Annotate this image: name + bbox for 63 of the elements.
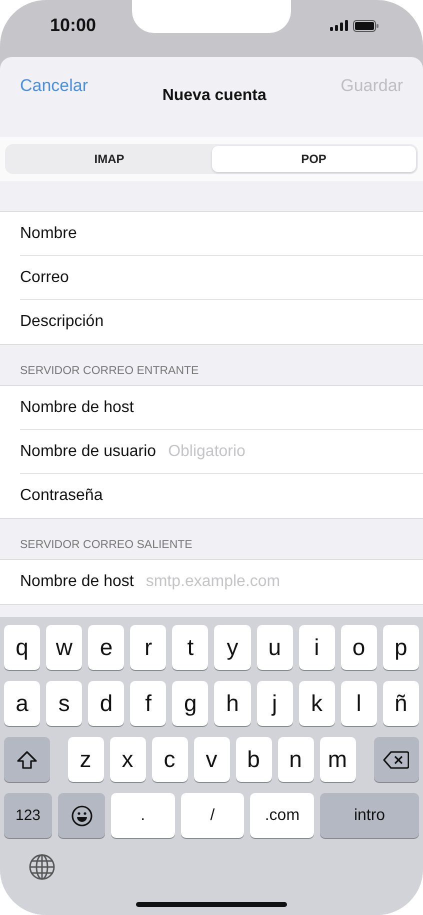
form-row[interactable]: Nombre de host: [0, 386, 423, 430]
letter-key[interactable]: l: [340, 681, 377, 726]
keyboard-key[interactable]: .com: [250, 793, 314, 838]
letter-key[interactable]: i: [298, 625, 335, 670]
field-label: Nombre de host: [20, 399, 134, 417]
status-time: 10:00: [50, 15, 96, 36]
letter-key[interactable]: m: [320, 737, 356, 782]
letter-key[interactable]: h: [214, 681, 251, 726]
protocol-tab[interactable]: POP: [212, 146, 416, 172]
emoji-icon: [70, 804, 92, 826]
field-label: Correo: [20, 269, 69, 287]
letter-key[interactable]: k: [298, 681, 335, 726]
letter-key[interactable]: s: [46, 681, 82, 726]
form-row[interactable]: Nombre de usuario Obligatorio: [0, 430, 423, 474]
input-field[interactable]: smtp.example.com: [144, 572, 423, 592]
shift-icon: [16, 750, 38, 770]
battery-icon: [353, 20, 379, 32]
field-label: Nombre de host: [20, 573, 134, 591]
letter-key[interactable]: q: [4, 625, 40, 670]
form-row[interactable]: Nombre: [0, 212, 423, 256]
input-field[interactable]: Obligatorio: [166, 442, 423, 462]
letter-key[interactable]: f: [130, 681, 166, 726]
letter-key[interactable]: ñ: [382, 681, 419, 726]
delete-icon: [383, 750, 410, 768]
letter-key[interactable]: t: [172, 625, 208, 670]
letter-key[interactable]: y: [214, 625, 251, 670]
section-header: SERVIDOR CORREO SALIENTE: [20, 539, 192, 551]
shift-key[interactable]: [4, 737, 50, 782]
signal-icon: [330, 20, 348, 31]
globe-icon[interactable]: [28, 853, 56, 881]
letter-key[interactable]: g: [172, 681, 208, 726]
letter-key[interactable]: r: [130, 625, 166, 670]
letter-key[interactable]: e: [88, 625, 124, 670]
letter-key[interactable]: p: [382, 625, 419, 670]
field-label: Nombre de usuario: [20, 443, 156, 461]
form-row[interactable]: Contraseña: [0, 474, 423, 518]
field-label: Descripción: [20, 313, 104, 331]
field-label: Contraseña: [20, 487, 103, 505]
field-label: Nombre: [20, 225, 77, 243]
screen-title: Nueva cuenta: [162, 87, 266, 105]
letter-key[interactable]: b: [236, 737, 272, 782]
letter-key[interactable]: a: [4, 681, 40, 726]
section-header: SERVIDOR CORREO ENTRANTE: [20, 365, 199, 377]
letter-key[interactable]: j: [256, 681, 293, 726]
letter-key[interactable]: o: [340, 625, 377, 670]
protocol-tab[interactable]: IMAP: [7, 146, 212, 172]
keyboard-key[interactable]: .: [111, 793, 175, 838]
letter-key[interactable]: x: [110, 737, 146, 782]
form-row[interactable]: Nombre de host smtp.example.com: [0, 560, 423, 604]
letter-key[interactable]: w: [46, 625, 82, 670]
form-row[interactable]: Correo: [0, 256, 423, 300]
letter-key[interactable]: d: [88, 681, 124, 726]
keyboard-key[interactable]: /: [180, 793, 244, 838]
emoji-key[interactable]: [58, 793, 105, 838]
numbers-key[interactable]: 123: [4, 793, 52, 838]
return-key[interactable]: intro: [320, 793, 420, 838]
letter-key[interactable]: n: [278, 737, 314, 782]
letter-key[interactable]: c: [152, 737, 188, 782]
letter-key[interactable]: z: [68, 737, 104, 782]
letter-key[interactable]: v: [194, 737, 230, 782]
form-row[interactable]: Descripción: [0, 300, 423, 344]
delete-key[interactable]: [374, 737, 419, 782]
letter-key[interactable]: u: [256, 625, 293, 670]
